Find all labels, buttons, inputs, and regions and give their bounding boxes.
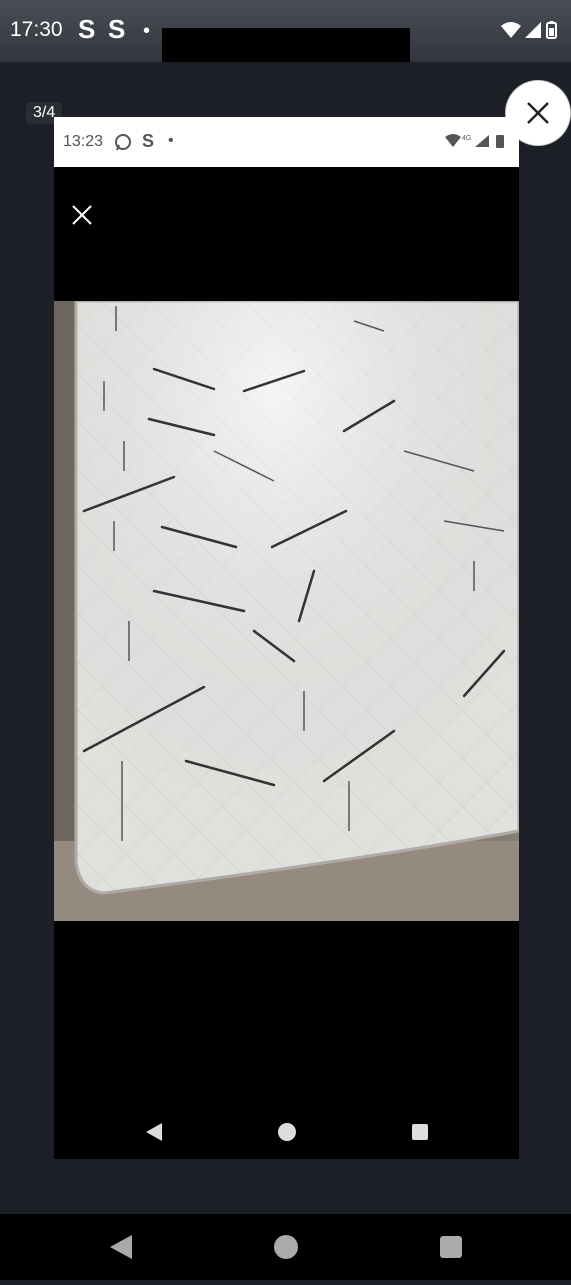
inner-nav-bar bbox=[54, 1117, 519, 1147]
home-icon bbox=[278, 1123, 296, 1141]
inner-status-icons: 4G bbox=[445, 133, 507, 154]
app-notification-icon: S bbox=[108, 14, 126, 44]
svg-text:4G: 4G bbox=[462, 135, 471, 142]
battery-icon bbox=[546, 21, 557, 39]
wifi-icon bbox=[501, 22, 521, 38]
attached-screenshot[interactable]: 13:23 S • 4G bbox=[54, 117, 519, 1159]
back-icon[interactable] bbox=[110, 1235, 132, 1259]
status-bar: 17:30 S S • bbox=[0, 0, 571, 62]
close-icon[interactable] bbox=[70, 203, 94, 227]
mattress-photo bbox=[54, 301, 519, 921]
notification-dot: • bbox=[143, 20, 151, 42]
back-icon bbox=[146, 1123, 162, 1141]
inner-status-time: 13:23 bbox=[63, 133, 104, 150]
inner-status-bar: 13:23 S • 4G bbox=[54, 117, 519, 167]
home-icon[interactable] bbox=[274, 1235, 298, 1259]
notification-dot: • bbox=[168, 132, 174, 149]
camera-cutout bbox=[162, 28, 410, 62]
app-notification-icon: S bbox=[142, 131, 155, 151]
system-nav-bar bbox=[0, 1214, 571, 1280]
signal-icon bbox=[525, 22, 541, 38]
status-icons bbox=[501, 20, 557, 47]
whatsapp-icon bbox=[115, 134, 131, 151]
status-time: 17:30 bbox=[10, 18, 63, 41]
recents-icon[interactable] bbox=[440, 1236, 462, 1258]
recents-icon bbox=[412, 1124, 428, 1140]
app-notification-icon: S bbox=[78, 14, 96, 44]
